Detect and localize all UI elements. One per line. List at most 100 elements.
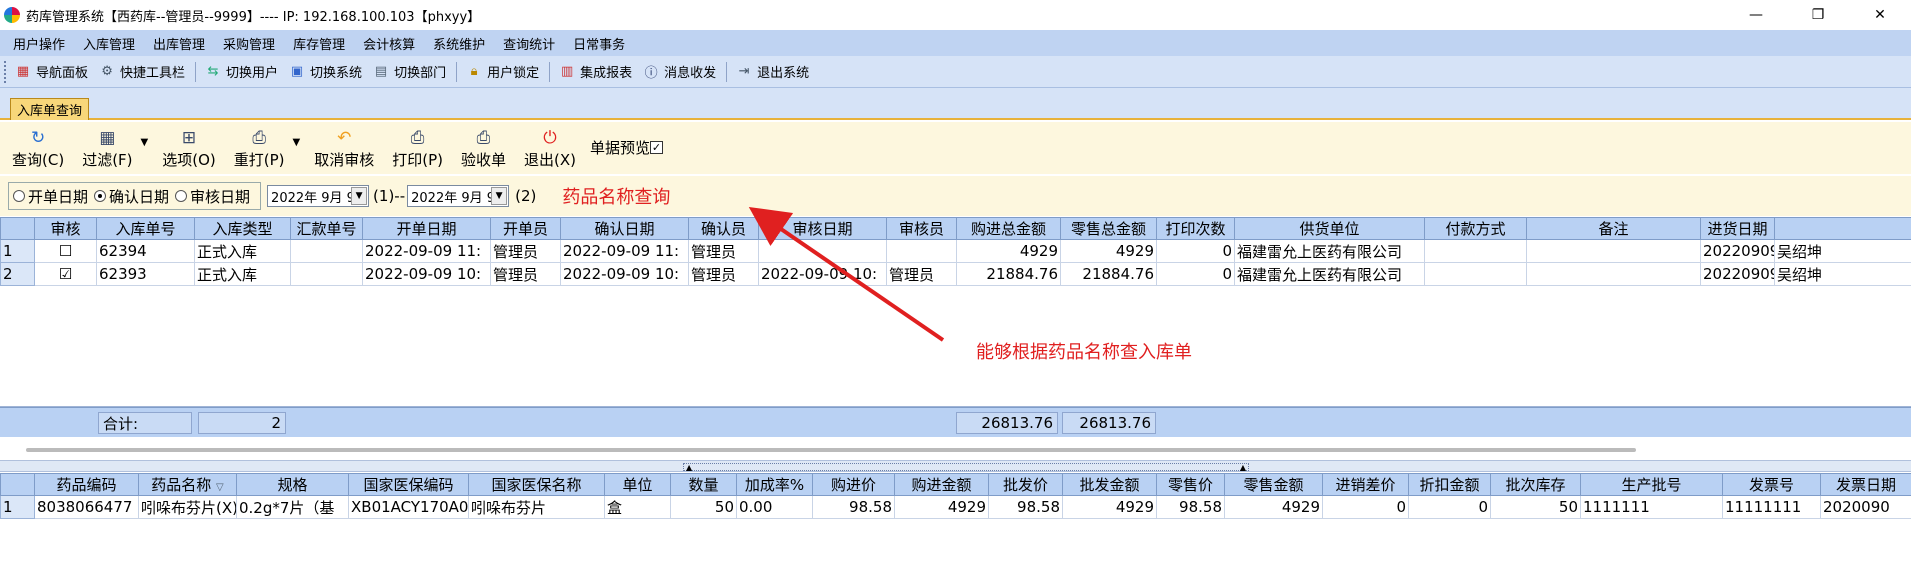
col-price-diff[interactable]: 进销差价 xyxy=(1322,473,1409,496)
menu-inventory[interactable]: 库存管理 xyxy=(284,34,354,53)
col-remit-no[interactable]: 汇款单号 xyxy=(290,217,363,240)
radio-confirm-date-dot[interactable] xyxy=(94,190,107,202)
scrollbar-thumb[interactable] xyxy=(26,448,1636,452)
lower-grid-area[interactable]: 药品编码 药品名称 ▽ 规格 国家医保编码 国家医保名称 单位 数量 加成率% … xyxy=(0,472,1911,561)
col-remarks[interactable]: 备注 xyxy=(1526,217,1701,240)
cancel-audit-button[interactable]: ↶ 取消审核 xyxy=(314,127,374,174)
toolbar-grip[interactable] xyxy=(4,60,8,83)
reprint-button[interactable]: ⎙ 重打(P) xyxy=(234,127,285,174)
col-open-date[interactable]: 开单日期 xyxy=(362,217,491,240)
minimize-button[interactable]: — xyxy=(1725,0,1787,30)
col-markup[interactable]: 加成率% xyxy=(736,473,813,496)
col-invoice-no[interactable]: 发票号 xyxy=(1722,473,1821,496)
table-row[interactable]: 1 ☐ 62394 正式入库 2022-09-09 11: 管理员 2022-0… xyxy=(0,239,1911,263)
col-inbound-type[interactable]: 入库类型 xyxy=(194,217,291,240)
col-batch-stock[interactable]: 批次库存 xyxy=(1490,473,1581,496)
integrated-report-button[interactable]: ▥ 集成报表 xyxy=(558,62,632,81)
info-icon: ⓘ xyxy=(644,66,658,81)
preview-checkbox[interactable]: ✓ xyxy=(649,141,663,154)
panel-splitter[interactable]: ▲ ▲ xyxy=(0,460,1911,472)
cell-confirm-date: 2022-09-09 11: xyxy=(560,239,689,263)
filter-icon: ▦ xyxy=(99,128,116,148)
radio-confirm-date[interactable]: 确认日期 xyxy=(94,186,169,207)
col-payment-method[interactable]: 付款方式 xyxy=(1424,217,1527,240)
chevron-down-icon[interactable]: ▼ xyxy=(351,187,368,205)
filter-dropdown-icon[interactable]: ▼ xyxy=(141,137,149,148)
date-from-picker[interactable]: 2022年 9月 9日 ▼ xyxy=(267,185,370,207)
nav-panel-button[interactable]: ▦ 导航面板 xyxy=(14,62,88,81)
col-retail-total[interactable]: 零售总金额 xyxy=(1060,217,1157,240)
exit-system-button[interactable]: ⇥ 退出系统 xyxy=(735,62,809,81)
close-button[interactable]: ✕ xyxy=(1849,0,1911,30)
filter-button[interactable]: ▦ 过滤(F) xyxy=(82,127,132,174)
col-invoice-date[interactable]: 发票日期 xyxy=(1820,473,1911,496)
splitter-grip[interactable]: ▲ ▲ xyxy=(683,463,1249,472)
filter-icon[interactable]: ▽ xyxy=(216,482,224,493)
table-row[interactable]: 2 ☑ 62393 正式入库 2022-09-09 10: 管理员 2022-0… xyxy=(0,262,1911,286)
options-button[interactable]: ⊞ 选项(O) xyxy=(162,127,216,174)
col-discount[interactable]: 折扣金额 xyxy=(1408,473,1491,496)
col-auditor[interactable]: 审核员 xyxy=(886,217,957,240)
upper-grid-area[interactable]: 审核 入库单号 入库类型 汇款单号 开单日期 开单员 确认日期 确认员 审核日期… xyxy=(0,217,1911,407)
col-confirmer[interactable]: 确认员 xyxy=(688,217,759,240)
menu-daily[interactable]: 日常事务 xyxy=(564,34,634,53)
check-receipt-button[interactable]: ⎙ 验收单 xyxy=(461,127,506,174)
radio-audit-date[interactable]: 审核日期 xyxy=(175,186,250,207)
messages-button[interactable]: ⓘ 消息收发 xyxy=(642,62,717,81)
col-supplier[interactable]: 供货单位 xyxy=(1234,217,1425,240)
col-wholesale-price[interactable]: 批发价 xyxy=(988,473,1063,496)
col-purchase-total[interactable]: 购进总金额 xyxy=(956,217,1061,240)
col-insurance-code[interactable]: 国家医保编码 xyxy=(348,473,469,496)
exit-button[interactable]: ⏻ 退出(X) xyxy=(524,127,576,174)
switch-user-button[interactable]: ⇆ 切换用户 xyxy=(204,62,278,81)
reprint-dropdown-icon[interactable]: ▼ xyxy=(293,137,301,148)
drug-name-query-label[interactable]: 药品名称查询 xyxy=(562,183,670,209)
preview-toggle[interactable]: 单据预览 ✓ xyxy=(590,137,663,158)
menu-outbound[interactable]: 出库管理 xyxy=(144,34,214,53)
col-purchase-date[interactable]: 进货日期 xyxy=(1700,217,1775,240)
col-opener[interactable]: 开单员 xyxy=(490,217,561,240)
menu-inbound[interactable]: 入库管理 xyxy=(74,34,144,53)
radio-open-date-dot[interactable] xyxy=(13,190,25,202)
switch-system-button[interactable]: ▣ 切换系统 xyxy=(288,62,362,81)
col-insurance-name[interactable]: 国家医保名称 xyxy=(468,473,605,496)
col-audited[interactable]: 审核 xyxy=(34,217,97,240)
col-unit[interactable]: 单位 xyxy=(604,473,671,496)
col-print-count[interactable]: 打印次数 xyxy=(1156,217,1235,240)
maximize-button[interactable]: ❐ xyxy=(1787,0,1849,30)
tab-inbound-query[interactable]: 入库单查询 xyxy=(10,98,90,120)
col-purchase-amount[interactable]: 购进金额 xyxy=(894,473,989,496)
col-order-no[interactable]: 入库单号 xyxy=(96,217,195,240)
horizontal-scrollbar[interactable] xyxy=(0,440,1911,460)
col-confirm-date[interactable]: 确认日期 xyxy=(560,217,689,240)
audit-checkbox[interactable]: ☑ xyxy=(34,262,97,286)
menu-query-stats[interactable]: 查询统计 xyxy=(494,34,564,53)
col-drug-name[interactable]: 药品名称 ▽ xyxy=(138,473,237,496)
window-controls: — ❐ ✕ xyxy=(1725,0,1911,30)
query-button[interactable]: ↻ 查询(C) xyxy=(12,127,64,174)
menu-accounting[interactable]: 会计核算 xyxy=(354,34,424,53)
col-audit-date[interactable]: 审核日期 xyxy=(758,217,887,240)
col-retail-price[interactable]: 零售价 xyxy=(1156,473,1225,496)
col-spec[interactable]: 规格 xyxy=(236,473,349,496)
col-quantity[interactable]: 数量 xyxy=(670,473,737,496)
audit-checkbox[interactable]: ☐ xyxy=(34,239,97,263)
col-batch-no[interactable]: 生产批号 xyxy=(1580,473,1723,496)
col-retail-amount[interactable]: 零售金额 xyxy=(1224,473,1323,496)
print-button[interactable]: ⎙ 打印(P) xyxy=(392,127,443,174)
date-to-picker[interactable]: 2022年 9月 9日 ▼ xyxy=(407,185,510,207)
chevron-down-icon[interactable]: ▼ xyxy=(491,187,508,205)
col-extra[interactable] xyxy=(1774,217,1911,240)
user-lock-button[interactable]: 🔒︎ 用户锁定 xyxy=(465,62,539,81)
radio-open-date[interactable]: 开单日期 xyxy=(13,186,88,207)
menu-purchase[interactable]: 采购管理 xyxy=(214,34,284,53)
col-drug-code[interactable]: 药品编码 xyxy=(34,473,139,496)
col-wholesale-amount[interactable]: 批发金额 xyxy=(1062,473,1157,496)
col-purchase-price[interactable]: 购进价 xyxy=(812,473,895,496)
radio-audit-date-dot[interactable] xyxy=(175,190,188,202)
shortcut-toolbar-button[interactable]: ⚙ 快捷工具栏 xyxy=(98,62,185,81)
menu-system[interactable]: 系统维护 xyxy=(424,34,494,53)
menu-user-ops[interactable]: 用户操作 xyxy=(4,34,74,53)
table-row[interactable]: 1 8038066477 吲哚布芬片(X) 0.2g*7片（基 XB01ACY1… xyxy=(0,495,1911,519)
switch-department-button[interactable]: ▤ 切换部门 xyxy=(372,62,446,81)
